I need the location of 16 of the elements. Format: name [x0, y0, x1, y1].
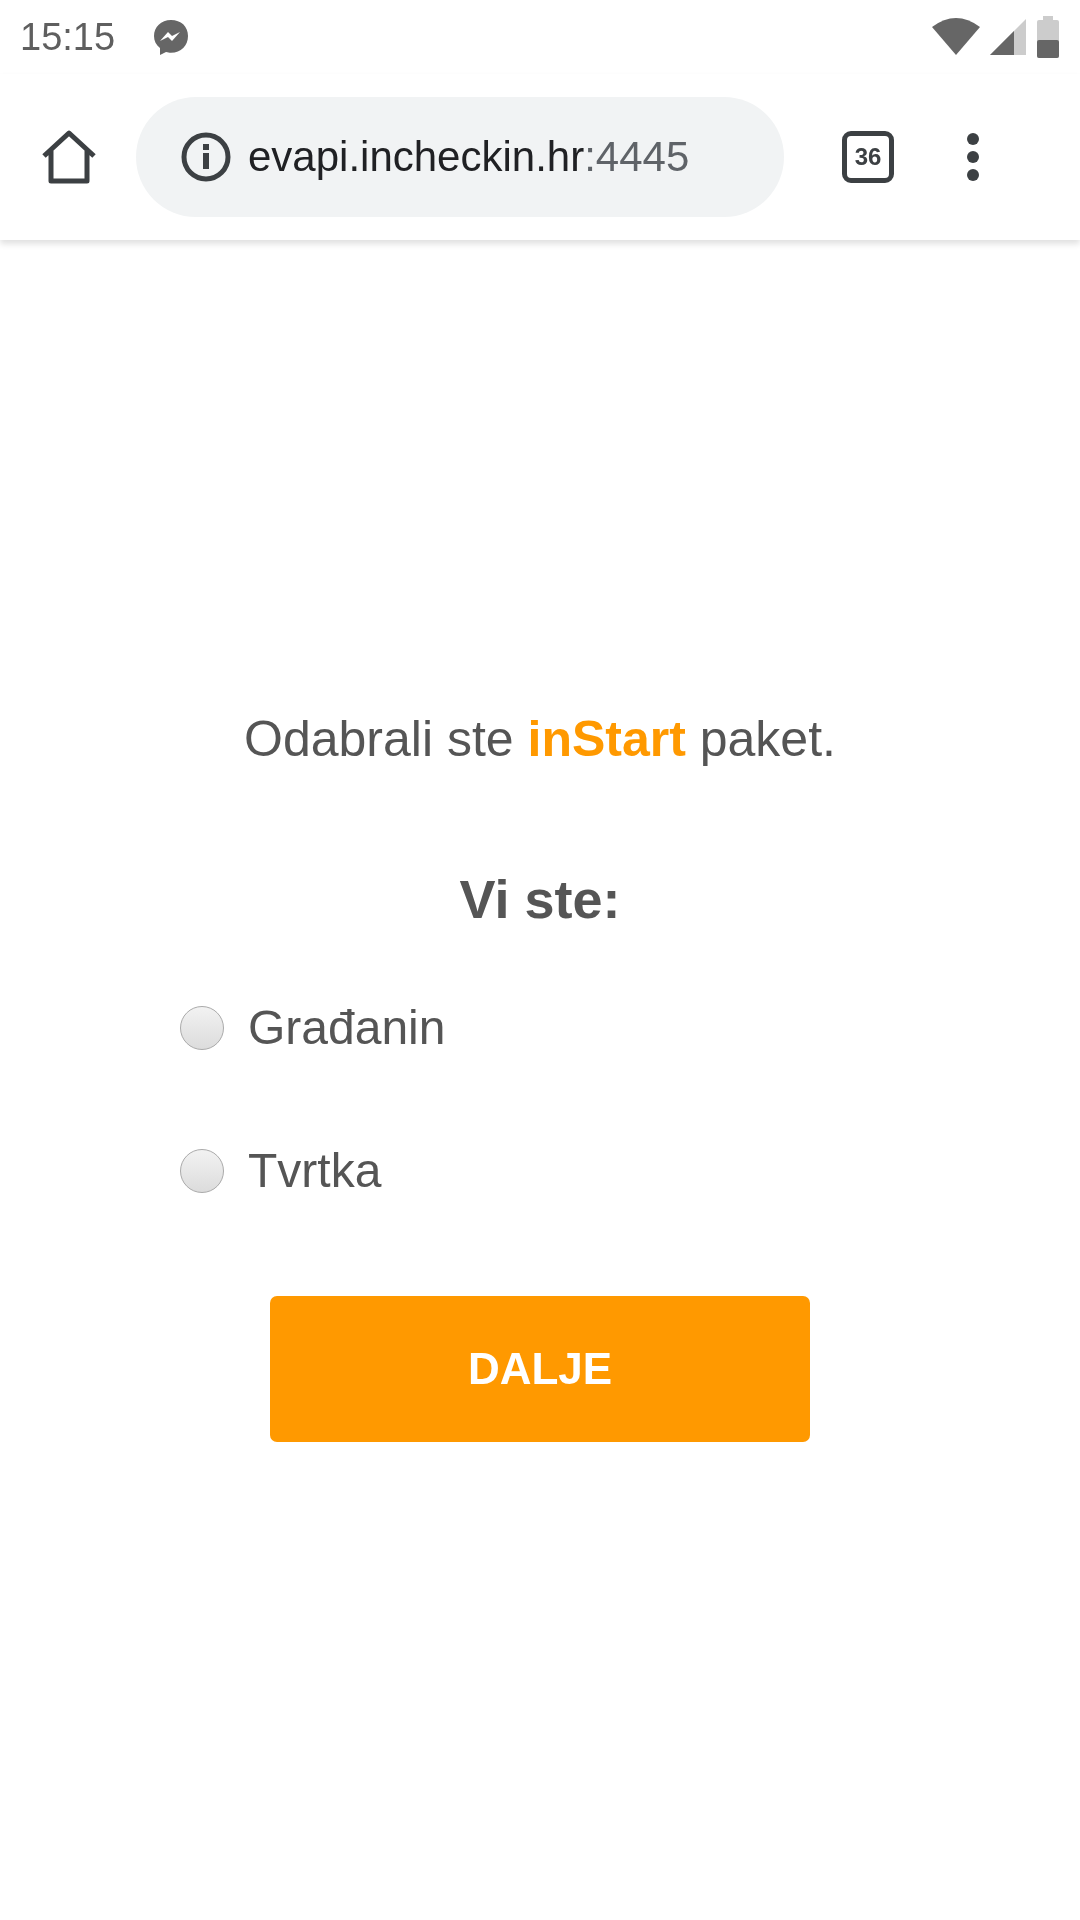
radio-label[interactable]: Građanin [248, 1000, 446, 1055]
info-icon[interactable] [180, 131, 232, 183]
package-message: Odabrali ste inStart paket. [244, 710, 836, 768]
address-bar[interactable]: evapi.incheckin.hr:4445 [136, 97, 784, 217]
question-heading: Vi ste: [459, 868, 621, 930]
radio-button[interactable] [180, 1148, 224, 1193]
battery-icon [1036, 16, 1060, 58]
url-text: evapi.incheckin.hr:4445 [248, 133, 690, 181]
menu-icon[interactable] [966, 132, 980, 182]
radio-label[interactable]: Tvrtka [248, 1143, 382, 1198]
signal-icon [990, 17, 1026, 57]
tab-count-button[interactable]: 36 [842, 131, 894, 183]
wifi-icon [932, 17, 980, 57]
radio-button[interactable] [180, 1005, 224, 1050]
home-icon[interactable] [40, 130, 98, 184]
status-time: 15:15 [20, 15, 116, 59]
